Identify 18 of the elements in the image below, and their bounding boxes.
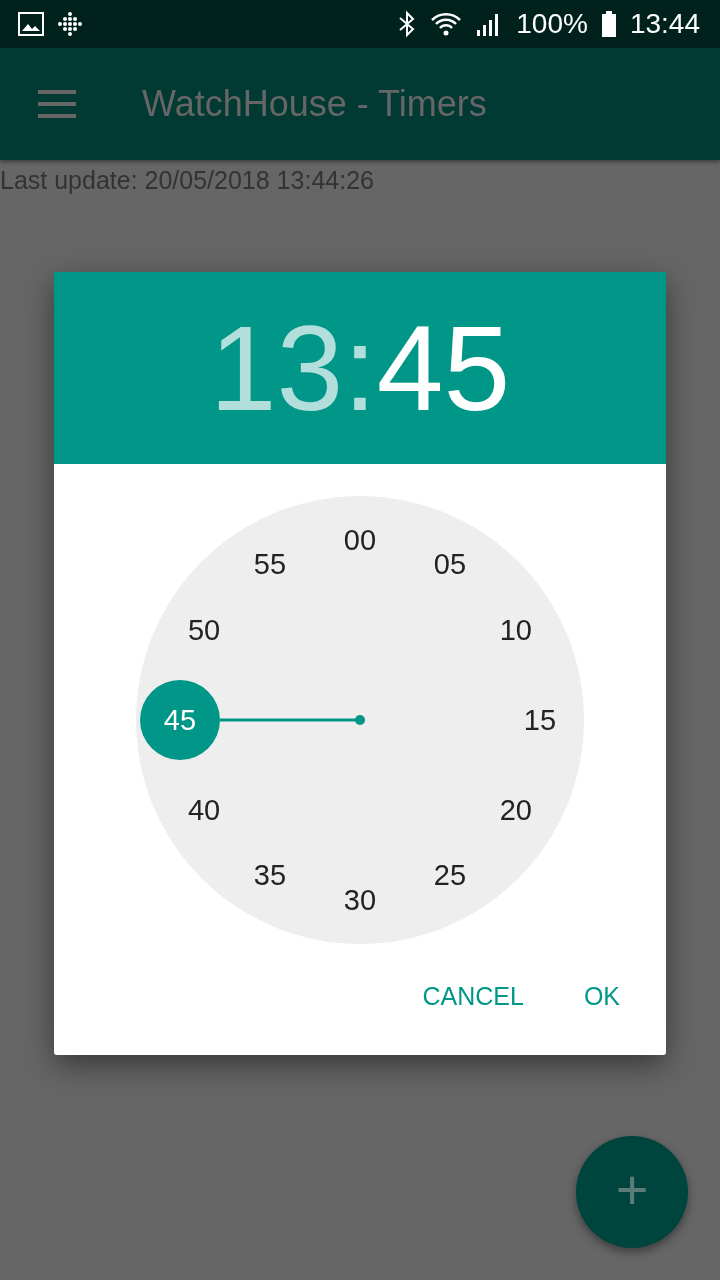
minutes-display[interactable]: 45 bbox=[376, 308, 511, 428]
dialog-button[interactable]: CANCEL bbox=[404, 968, 542, 1025]
clock-face[interactable]: 00 05 10 15 20 25 30 35 40 45 50 55 bbox=[136, 496, 584, 944]
minute-label[interactable]: 15 bbox=[500, 680, 580, 760]
battery-icon bbox=[601, 11, 616, 37]
minute-label[interactable]: 00 bbox=[320, 500, 400, 580]
image-icon bbox=[18, 12, 44, 36]
minute-label[interactable]: 45 bbox=[140, 680, 220, 760]
bluetooth-icon bbox=[398, 10, 417, 38]
time-separator: : bbox=[343, 308, 377, 428]
dialog-button[interactable]: OK bbox=[565, 968, 638, 1025]
app-title: WatchHouse - Timers bbox=[142, 83, 487, 125]
minute-label[interactable]: 30 bbox=[320, 860, 400, 940]
clock-time: 13:44 bbox=[629, 8, 700, 40]
wifi-icon bbox=[430, 11, 463, 37]
dots-icon bbox=[58, 12, 82, 36]
battery-percent: 100% bbox=[516, 8, 588, 40]
menu-icon[interactable] bbox=[38, 90, 76, 118]
